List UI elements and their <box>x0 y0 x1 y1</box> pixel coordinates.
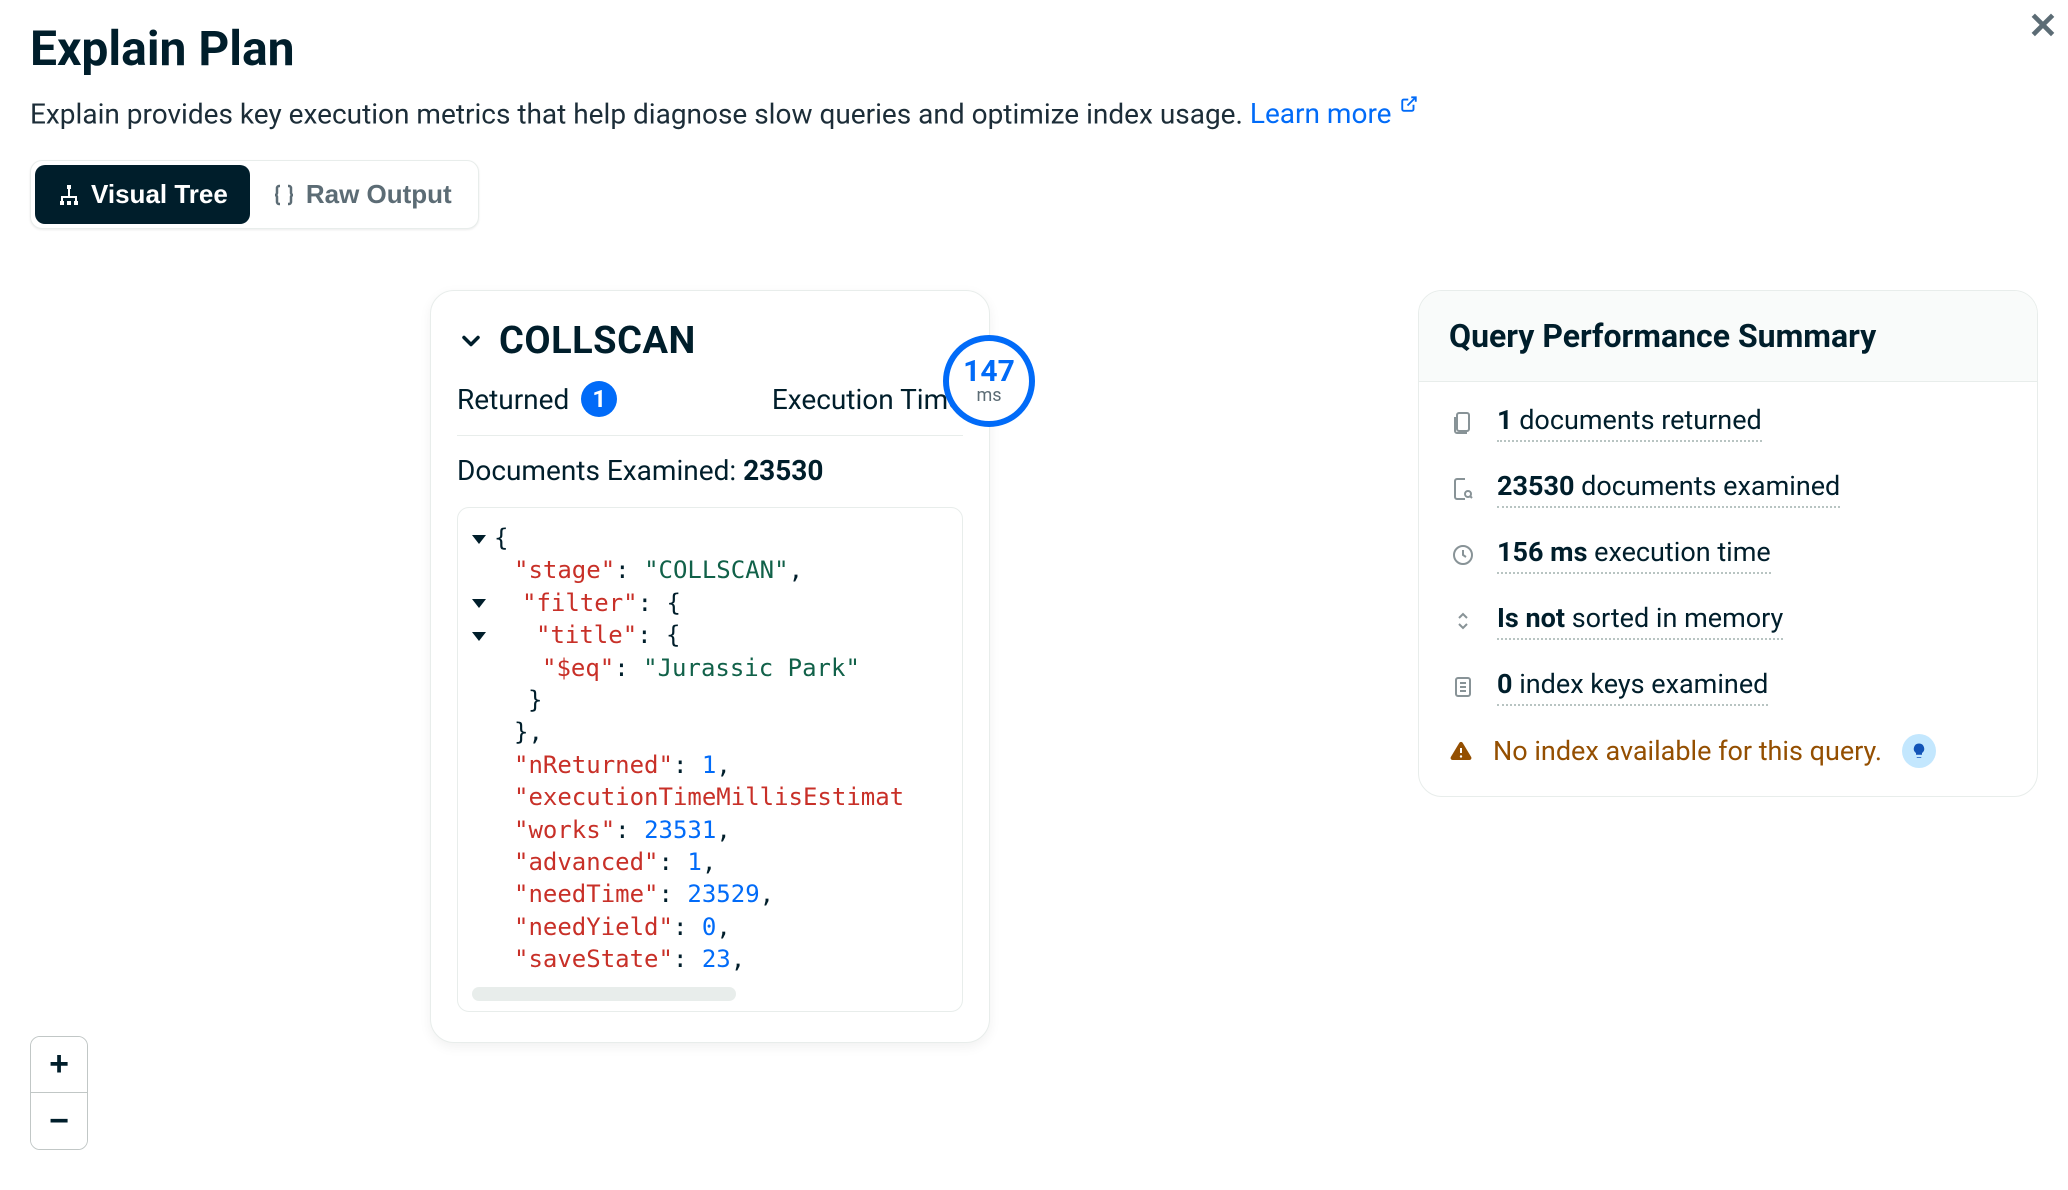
clock-icon <box>1449 543 1477 567</box>
warning-text: No index available for this query. <box>1493 735 1882 767</box>
zoom-in-button[interactable]: + <box>31 1037 87 1093</box>
returned-stat: Returned 1 <box>457 381 617 417</box>
zoom-out-button[interactable]: − <box>31 1093 87 1149</box>
stage-header: COLLSCAN <box>457 319 963 363</box>
exec-time-label: Execution Time <box>772 383 963 416</box>
summary-row-time: 156 ms execution time <box>1449 536 2007 574</box>
stats-row: Returned 1 Execution Time <box>457 381 963 436</box>
summary-row-returned: 1 documents returned <box>1449 404 2007 442</box>
info-bulb-button[interactable] <box>1902 734 1936 768</box>
stage-name: COLLSCAN <box>499 319 696 363</box>
view-tabs: Visual Tree Raw Output <box>30 160 479 229</box>
collapse-stage-button[interactable] <box>457 327 485 355</box>
document-search-icon <box>1449 477 1477 501</box>
stage-card: 147 ms COLLSCAN Returned 1 Execution Tim… <box>430 290 990 1043</box>
learn-more-link[interactable]: Learn more <box>1250 97 1419 130</box>
horizontal-scrollbar[interactable] <box>472 987 736 1001</box>
subtitle-text: Explain provides key execution metrics t… <box>30 97 1250 130</box>
close-button[interactable]: ✕ <box>2028 5 2058 47</box>
external-link-icon <box>1400 87 1418 120</box>
summary-row-index: 0 index keys examined <box>1449 668 2007 706</box>
summary-panel: Query Performance Summary 1 documents re… <box>1418 290 2038 797</box>
tab-raw-label: Raw Output <box>306 179 452 210</box>
returned-label: Returned <box>457 383 569 416</box>
exec-time-value: 147 <box>963 357 1015 387</box>
sort-icon <box>1449 609 1477 633</box>
docs-examined-label: Documents Examined: <box>457 454 743 487</box>
summary-body: 1 documents returned 23530 documents exa… <box>1419 382 2037 796</box>
caret-icon[interactable] <box>472 632 486 641</box>
zoom-controls: + − <box>30 1036 88 1150</box>
caret-icon[interactable] <box>472 599 486 608</box>
summary-title: Query Performance Summary <box>1419 291 2037 382</box>
warning-row: No index available for this query. <box>1449 734 2007 768</box>
tab-raw-output[interactable]: Raw Output <box>250 165 474 224</box>
summary-row-sort: Is not sorted in memory <box>1449 602 2007 640</box>
exec-time-unit: ms <box>976 387 1001 405</box>
returned-badge: 1 <box>581 381 617 417</box>
tree-icon <box>57 183 81 207</box>
documents-icon <box>1449 411 1477 435</box>
page-title: Explain Plan <box>30 20 2038 77</box>
caret-icon[interactable] <box>472 535 486 544</box>
docs-examined: Documents Examined: 23530 <box>457 454 963 487</box>
index-icon <box>1449 675 1477 699</box>
execution-time-bubble: 147 ms <box>943 335 1035 427</box>
braces-icon <box>272 183 296 207</box>
json-block[interactable]: { "stage": "COLLSCAN", "filter": { "titl… <box>457 507 963 1012</box>
page-subtitle: Explain provides key execution metrics t… <box>30 87 2038 130</box>
summary-row-examined: 23530 documents examined <box>1449 470 2007 508</box>
tab-visual-label: Visual Tree <box>91 179 228 210</box>
warning-icon <box>1449 739 1473 763</box>
learn-more-text: Learn more <box>1250 97 1392 130</box>
tab-visual-tree[interactable]: Visual Tree <box>35 165 250 224</box>
docs-examined-value: 23530 <box>743 454 823 487</box>
